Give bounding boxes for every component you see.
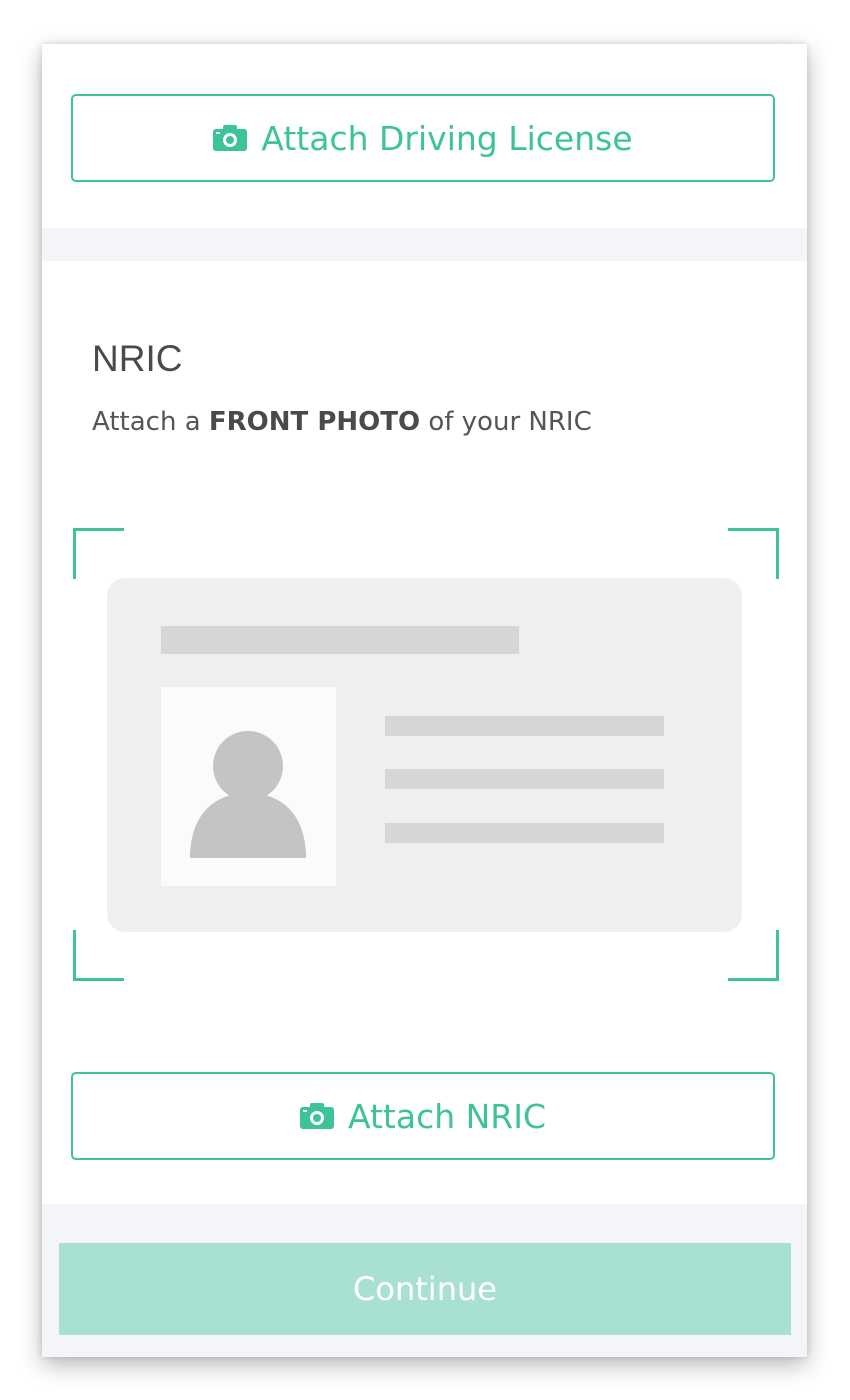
nric-instruction: Attach a FRONT PHOTO of your NRIC [92,407,592,437]
card-title-placeholder [161,626,519,654]
id-card-placeholder-icon [107,578,742,932]
card-line-placeholder [385,823,664,843]
nric-instruction-prefix: Attach a [92,407,209,437]
section-divider [42,228,807,261]
continue-label: Continue [353,1270,497,1308]
nric-instruction-suffix: of your NRIC [420,407,592,437]
card-line-placeholder [385,716,664,736]
attach-nric-label: Attach NRIC [347,1096,547,1136]
camera-icon [299,1103,334,1129]
attach-driving-license-button[interactable]: Attach Driving License [71,94,775,182]
card-line-placeholder [385,769,664,789]
frame-corner-top-right [728,528,779,579]
frame-corner-top-left [73,528,124,579]
frame-corner-bottom-left [73,930,124,981]
screen: Attach Driving License NRIC Attach a FRO… [42,44,807,1357]
card-photo-placeholder [161,687,336,886]
nric-instruction-bold: FRONT PHOTO [208,407,421,437]
person-icon [190,731,306,858]
frame-corner-bottom-right [728,930,779,981]
nric-section-title: NRIC [92,338,183,379]
attach-driving-license-label: Attach Driving License [261,118,633,158]
attach-nric-button[interactable]: Attach NRIC [71,1072,775,1160]
continue-button[interactable]: Continue [59,1243,791,1335]
camera-icon [213,125,248,151]
